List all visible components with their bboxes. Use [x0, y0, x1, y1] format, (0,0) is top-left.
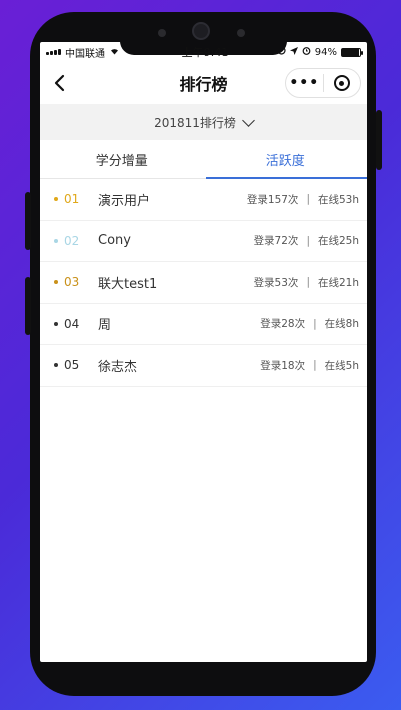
chevron-down-icon: [242, 113, 255, 127]
user-stats: 登录18次 | 在线5h: [260, 358, 367, 373]
sensor-dot: [158, 29, 166, 37]
user-name: 演示用户: [98, 193, 151, 209]
battery-fill: [342, 48, 359, 56]
login-count: 登录72次: [253, 235, 299, 248]
online-hours: 在线8h: [324, 318, 359, 331]
user-stats: 登录72次 | 在线25h: [254, 233, 367, 248]
rank-cell: 05: [40, 358, 98, 372]
tab-credit-increase[interactable]: 学分增量: [40, 140, 204, 178]
close-button[interactable]: [324, 69, 361, 97]
power-button: [376, 110, 382, 170]
mini-program-capsule: •••: [285, 68, 361, 98]
more-button[interactable]: •••: [286, 69, 323, 97]
period-selector[interactable]: 201811排行榜: [40, 104, 367, 140]
stats-separator: |: [313, 359, 317, 372]
online-hours: 在线53h: [317, 193, 359, 206]
stats-separator: |: [313, 317, 317, 330]
volume-down-button: [25, 277, 31, 335]
online-hours: 在线21h: [317, 276, 359, 289]
ranking-row[interactable]: 05 徐志杰 登录18次 | 在线5h: [40, 345, 367, 387]
navigation-bar: 排行榜 •••: [40, 62, 367, 104]
tab-activity[interactable]: 活跃度: [204, 140, 368, 179]
ranking-list: 01 演示用户 登录157次 | 在线53h 02 Cony 登录72次 | 在线25h 03 联大t…: [40, 179, 367, 387]
back-icon[interactable]: [50, 73, 70, 93]
online-hours: 在线5h: [324, 359, 359, 372]
battery-icon: [341, 47, 363, 57]
location-icon: [289, 46, 298, 58]
tab-bar: 学分增量 活跃度: [40, 140, 367, 179]
user-name: 联大test1: [98, 276, 158, 292]
page-title: 排行榜: [179, 75, 228, 94]
rank-number: 03: [64, 275, 80, 290]
period-label: 201811排行榜: [154, 115, 236, 130]
login-count: 登录28次: [260, 318, 306, 331]
rank-number: 04: [64, 316, 80, 331]
user-stats: 登录157次 | 在线53h: [247, 192, 367, 207]
status-bar: 中国联通 上午9:41 94%: [40, 42, 367, 62]
front-camera: [192, 22, 210, 40]
battery-percent: 94%: [314, 46, 337, 58]
status-time: 上午9:41: [181, 46, 229, 59]
ranking-row[interactable]: 04 周 登录28次 | 在线8h: [40, 304, 367, 345]
volume-up-button: [25, 192, 31, 250]
login-count: 登录18次: [260, 359, 306, 372]
user-name: 徐志杰: [98, 359, 138, 375]
ranking-row[interactable]: 01 演示用户 登录157次 | 在线53h: [40, 179, 367, 221]
rank-dot-icon: [54, 280, 58, 285]
user-stats: 登录28次 | 在线8h: [260, 316, 367, 331]
rank-dot-icon: [54, 363, 58, 368]
target-icon: [333, 75, 350, 91]
more-dots-icon: •••: [289, 75, 320, 91]
rank-cell: 03: [40, 275, 98, 289]
online-hours: 在线25h: [317, 235, 359, 248]
rank-dot-icon: [54, 197, 58, 202]
wifi-icon: [109, 46, 120, 58]
carrier-label: 中国联通: [65, 48, 105, 60]
rank-number: 05: [64, 358, 80, 373]
login-count: 登录157次: [246, 193, 299, 206]
user-name: Cony: [98, 233, 131, 249]
rank-dot-icon: [54, 238, 58, 243]
ranking-row[interactable]: 03 联大test1 登录53次 | 在线21h: [40, 262, 367, 304]
login-count: 登录53次: [253, 276, 299, 289]
alarm-icon: [302, 46, 311, 58]
rank-number: 02: [64, 233, 80, 248]
sensor-dot: [237, 29, 245, 37]
app-screen: 中国联通 上午9:41 94% 排行榜 ••• 201811排行榜 学分增量 活…: [40, 42, 367, 662]
rank-dot-icon: [54, 321, 58, 326]
ranking-row[interactable]: 02 Cony 登录72次 | 在线25h: [40, 221, 367, 262]
stats-separator: |: [306, 276, 310, 289]
user-name: 周: [98, 318, 112, 334]
user-stats: 登录53次 | 在线21h: [254, 275, 367, 290]
rank-cell: 01: [40, 192, 98, 206]
stats-separator: |: [306, 193, 310, 206]
rank-cell: 04: [40, 317, 98, 331]
rank-number: 01: [64, 192, 80, 207]
signal-icon: [46, 49, 61, 55]
rank-cell: 02: [40, 234, 98, 248]
stats-separator: |: [306, 234, 310, 247]
